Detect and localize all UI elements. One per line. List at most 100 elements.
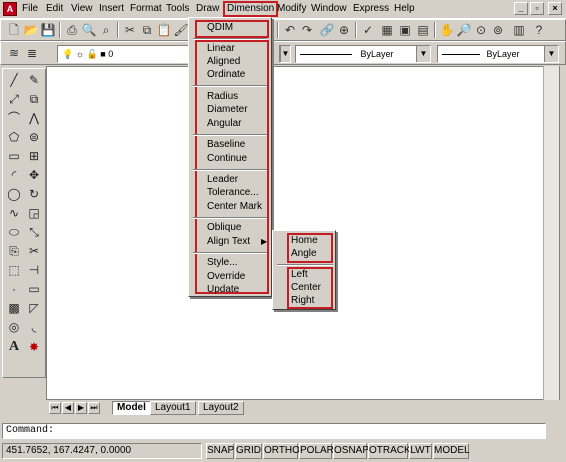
layer-manager-icon[interactable]: ≋ xyxy=(6,45,22,61)
layer-previous-icon[interactable]: ≣ xyxy=(24,45,40,61)
pan-icon[interactable]: ✋ xyxy=(439,22,455,38)
menu-item-linear[interactable]: Linear xyxy=(207,43,235,55)
osnap-button[interactable]: OSNAP xyxy=(333,443,369,459)
region-icon[interactable]: ◎ xyxy=(6,319,22,335)
linetype-dropdown[interactable]: ByLayer ▼ xyxy=(295,45,431,63)
menu-view[interactable]: View xyxy=(71,3,93,15)
point-icon[interactable]: · xyxy=(6,281,22,297)
chamfer-icon[interactable]: ◸ xyxy=(26,300,42,316)
menu-item-qdim[interactable]: QDIM xyxy=(207,22,233,34)
restore-button[interactable]: ▫ xyxy=(530,2,544,15)
explode-icon[interactable]: ✸ xyxy=(26,339,42,355)
model-button[interactable]: MODEL xyxy=(433,443,470,459)
menu-format[interactable]: Format xyxy=(130,3,162,15)
save-icon[interactable]: 💾 xyxy=(40,22,56,38)
erase-icon[interactable]: ✎ xyxy=(26,72,42,88)
menu-item-update[interactable]: Update xyxy=(207,284,239,296)
menu-item-radius[interactable]: Radius xyxy=(207,91,238,103)
zoom-previous-icon[interactable]: ⊚ xyxy=(490,22,506,38)
layer-dropdown[interactable]: 💡 ☼ 🔓 ■ 0 xyxy=(57,45,189,63)
publish-icon[interactable]: ⌕ xyxy=(98,22,114,38)
menu-edit[interactable]: Edit xyxy=(46,3,63,15)
menu-item-override[interactable]: Override xyxy=(207,271,245,283)
design-center-icon[interactable]: ▣ xyxy=(397,22,413,38)
submenu-item-center[interactable]: Center xyxy=(291,282,321,294)
multiline-text-icon[interactable]: A xyxy=(6,339,22,355)
print-icon[interactable]: ⎙ xyxy=(64,22,80,38)
move-icon[interactable]: ✥ xyxy=(26,167,42,183)
rectangle-icon[interactable]: ▭ xyxy=(6,148,22,164)
menu-item-baseline[interactable]: Baseline xyxy=(207,139,245,151)
menu-item-aligned[interactable]: Aligned xyxy=(207,56,240,68)
menu-window[interactable]: Window xyxy=(311,3,347,15)
menu-dimension[interactable]: Dimension xyxy=(223,1,279,17)
tool-palette-icon[interactable]: ▤ xyxy=(415,22,431,38)
minimize-button[interactable]: _ xyxy=(514,2,528,15)
new-file-icon[interactable]: 🗋 xyxy=(6,22,22,38)
menu-item-angular[interactable]: Angular xyxy=(207,118,241,130)
open-folder-icon[interactable]: 📂 xyxy=(23,22,39,38)
stretch-icon[interactable]: ⤡ xyxy=(26,224,42,240)
submenu-item-left[interactable]: Left xyxy=(291,269,308,281)
command-line[interactable]: Command: xyxy=(2,423,546,439)
cut-icon[interactable]: ✂ xyxy=(122,22,138,38)
menu-item-style[interactable]: Style... xyxy=(207,257,238,269)
insert-block-icon[interactable]: ⎘ xyxy=(6,243,22,259)
autocad-icon[interactable]: A xyxy=(3,2,17,16)
menu-insert[interactable]: Insert xyxy=(99,3,124,15)
submenu-item-angle[interactable]: Angle xyxy=(291,248,317,260)
rotate-icon[interactable]: ↻ xyxy=(26,186,42,202)
ortho-button[interactable]: ORTHO xyxy=(263,443,300,459)
hyperlink-icon[interactable]: 🔗 xyxy=(319,22,335,38)
ucs-icon[interactable]: ✓ xyxy=(360,22,376,38)
mirror-icon[interactable]: ⋀ xyxy=(26,110,42,126)
match-properties-icon[interactable]: 🖌 xyxy=(173,22,189,38)
submenu-item-home[interactable]: Home xyxy=(291,235,318,247)
lineweight-dropdown[interactable]: ByLayer ▼ xyxy=(437,45,559,63)
close-button[interactable]: × xyxy=(548,2,562,15)
circle-icon[interactable]: ◯ xyxy=(6,186,22,202)
extend-icon[interactable]: ⊣ xyxy=(26,262,42,278)
redo-icon[interactable]: ↷ xyxy=(299,22,315,38)
menu-item-oblique[interactable]: Oblique xyxy=(207,222,241,234)
menu-item-align-text[interactable]: Align Text xyxy=(207,236,250,248)
tab-layout1[interactable]: Layout1 xyxy=(150,401,196,415)
submenu-item-right[interactable]: Right xyxy=(291,295,314,307)
make-block-icon[interactable]: ⬚ xyxy=(6,262,22,278)
line-icon[interactable]: ╱ xyxy=(6,72,22,88)
undo-icon[interactable]: ↶ xyxy=(282,22,298,38)
copy-icon[interactable]: ⧉ xyxy=(139,22,155,38)
copy-object-icon[interactable]: ⧉ xyxy=(26,91,42,107)
tab-layout2[interactable]: Layout2 xyxy=(198,401,244,415)
prev-tab-icon[interactable]: ◀ xyxy=(62,402,74,414)
array-icon[interactable]: ⊞ xyxy=(26,148,42,164)
first-tab-icon[interactable]: ⏮ xyxy=(49,402,61,414)
menu-express[interactable]: Express xyxy=(353,3,389,15)
menu-item-center-mark[interactable]: Center Mark xyxy=(207,201,262,213)
properties-icon[interactable]: ▦ xyxy=(379,22,395,38)
polyline-icon[interactable]: ⌒ xyxy=(6,110,22,126)
ellipse-icon[interactable]: ⬭ xyxy=(6,224,22,240)
construction-line-icon[interactable]: ⤢ xyxy=(6,91,22,107)
help-icon[interactable]: ? xyxy=(531,22,547,38)
polar-button[interactable]: POLAR xyxy=(299,443,334,459)
hatch-icon[interactable]: ▩ xyxy=(6,300,22,316)
menu-modify[interactable]: Modify xyxy=(277,3,306,15)
scale-icon[interactable]: ◲ xyxy=(26,205,42,221)
menu-item-diameter[interactable]: Diameter xyxy=(207,104,248,116)
otrack-button[interactable]: OTRACK xyxy=(368,443,411,459)
zoom-realtime-icon[interactable]: 🔎 xyxy=(456,22,472,38)
trim-icon[interactable]: ✂ xyxy=(26,243,42,259)
menu-help[interactable]: Help xyxy=(394,3,415,15)
spline-icon[interactable]: ∿ xyxy=(6,205,22,221)
grid-button[interactable]: GRID xyxy=(235,443,262,459)
last-tab-icon[interactable]: ⏭ xyxy=(88,402,100,414)
lwt-button[interactable]: LWT xyxy=(409,443,432,459)
menu-item-leader[interactable]: Leader xyxy=(207,174,238,186)
print-preview-icon[interactable]: 🔍 xyxy=(81,22,97,38)
snap-button[interactable]: SNAP xyxy=(206,443,234,459)
tracking-icon[interactable]: ⊕ xyxy=(336,22,352,38)
calculator-icon[interactable]: ▥ xyxy=(511,22,527,38)
menu-item-ordinate[interactable]: Ordinate xyxy=(207,69,245,81)
menu-tools[interactable]: Tools xyxy=(166,3,189,15)
